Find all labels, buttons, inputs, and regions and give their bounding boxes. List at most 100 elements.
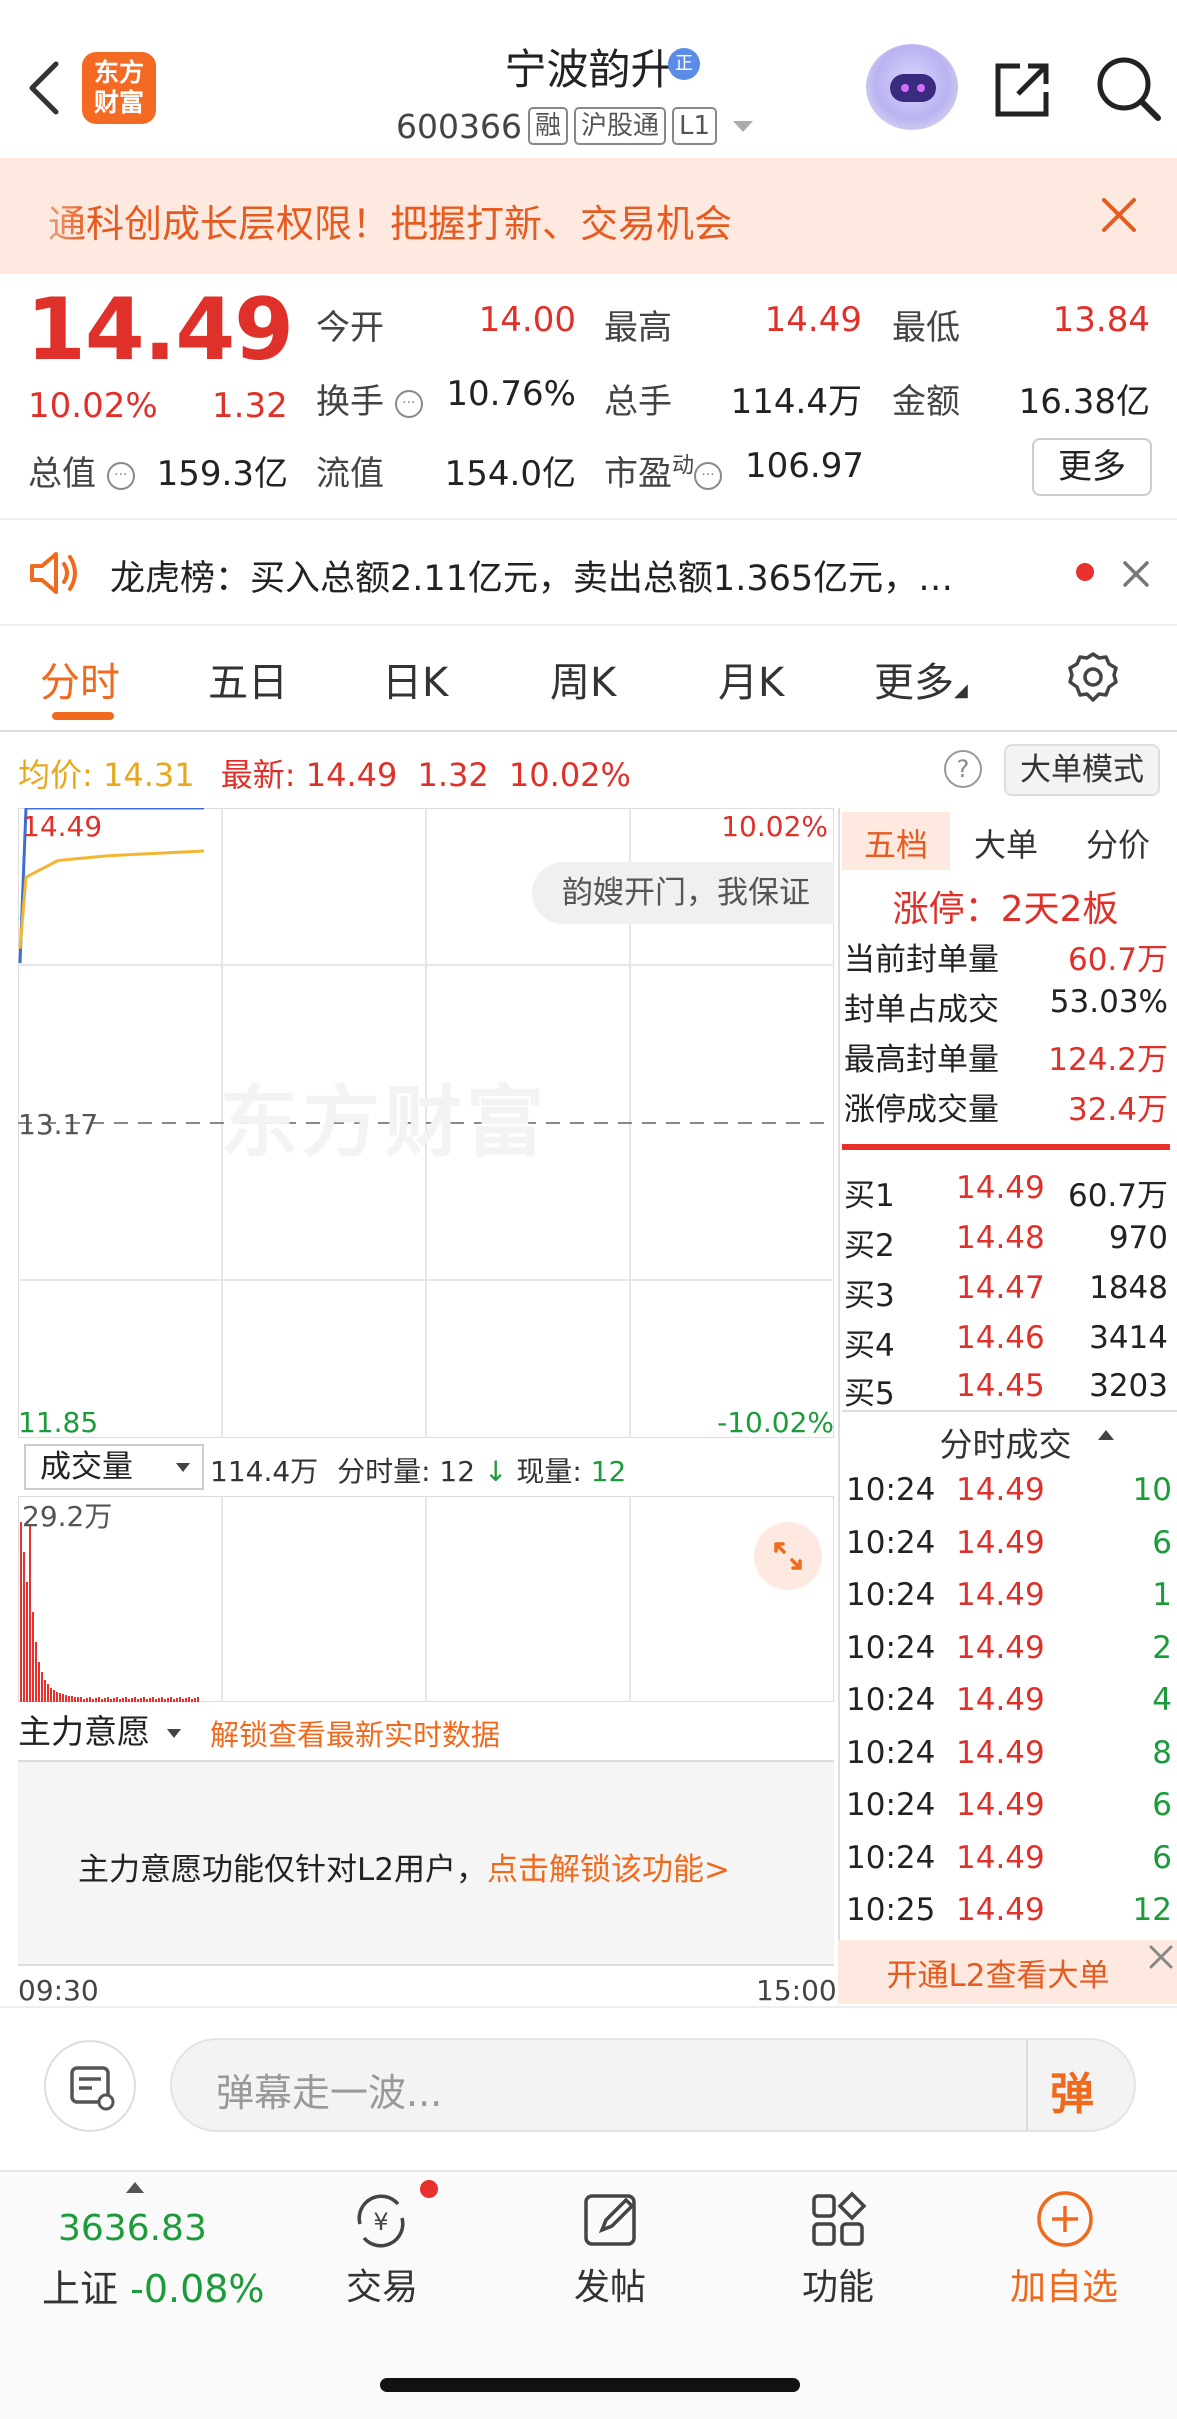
tab-daily-k[interactable]: 日K xyxy=(382,650,448,708)
gear-icon[interactable] xyxy=(1066,650,1120,704)
close-icon[interactable] xyxy=(1146,1942,1176,1972)
index-value[interactable]: 3636.83 xyxy=(58,2208,207,2249)
bid-label: 买2 xyxy=(844,1228,895,1264)
volume-bar xyxy=(83,1699,85,1702)
bid-qty: 3203 xyxy=(1089,1368,1168,1404)
subtab-big-orders[interactable]: 大单 xyxy=(974,820,1038,866)
nav-trade[interactable]: 交易 xyxy=(346,2258,418,2310)
nav-add-watchlist[interactable]: 加自选 xyxy=(1010,2258,1118,2310)
l2-upsell-text: 开通L2查看大单 xyxy=(886,1958,1110,1994)
tab-monthly-k[interactable]: 月K xyxy=(718,650,784,708)
tab-more[interactable]: 更多◢ xyxy=(874,650,968,708)
apps-icon[interactable] xyxy=(808,2190,870,2252)
volume-bar xyxy=(164,1699,166,1702)
volume-bar xyxy=(170,1697,172,1702)
tick-qty: 6 xyxy=(1152,1839,1172,1876)
volume-bar xyxy=(107,1697,109,1702)
tick-time: 10:24 xyxy=(846,1839,936,1876)
add-icon[interactable] xyxy=(1034,2188,1096,2250)
high-label: 最高 xyxy=(604,308,672,348)
volume-bar xyxy=(68,1696,70,1702)
now-volume-value: 12 xyxy=(590,1455,627,1488)
tick-price: 14.49 xyxy=(956,1682,1045,1718)
subtab-price-dist[interactable]: 分价 xyxy=(1086,820,1150,866)
volume-info: 114.4万 分时量: 12 ↓ 现量: 12 xyxy=(210,1450,626,1490)
stock-code: 600366 xyxy=(396,106,522,146)
avg-value: 14.31 xyxy=(102,756,195,794)
volume-bar xyxy=(89,1697,91,1702)
tick-time: 10:24 xyxy=(846,1682,936,1718)
bid-price: 14.47 xyxy=(956,1270,1045,1306)
help-icon[interactable]: ? xyxy=(944,750,982,788)
nav-functions[interactable]: 功能 xyxy=(802,2258,874,2310)
index-ticker[interactable]: 上证 -0.08% xyxy=(42,2258,265,2313)
tick-price: 14.49 xyxy=(956,1892,1045,1928)
volume-bar xyxy=(179,1697,181,1702)
chevron-up-icon xyxy=(126,2182,144,2193)
nav-post[interactable]: 发帖 xyxy=(574,2258,646,2310)
tick-qty: 8 xyxy=(1152,1734,1172,1771)
svg-text:¥: ¥ xyxy=(373,2208,388,2236)
volume-bar xyxy=(194,1698,196,1702)
close-icon[interactable] xyxy=(1098,194,1140,236)
volume-bar xyxy=(110,1699,112,1702)
stock-code-row[interactable]: 600366 融 沪股通 L1 xyxy=(396,104,754,148)
volume-bar xyxy=(131,1698,133,1702)
more-quote-button[interactable]: 更多 xyxy=(1032,438,1152,496)
index-name: 上证 xyxy=(42,2267,119,2311)
chevron-down-icon xyxy=(733,120,754,132)
dragon-tiger-notice[interactable]: 龙虎榜：买入总额2.11亿元，卖出总额1.365亿元，… xyxy=(110,550,1050,601)
tick-time: 10:24 xyxy=(846,1629,936,1666)
trade-icon[interactable]: ¥ xyxy=(350,2190,412,2252)
tick-time: 10:24 xyxy=(846,1524,936,1561)
info-icon[interactable]: ··· xyxy=(106,462,135,490)
big-order-mode-button[interactable]: 大单模式 xyxy=(1004,744,1160,796)
volume-max-label: 29.2万 xyxy=(22,1500,112,1533)
danmu-toggle-button[interactable]: 弹 xyxy=(1050,2058,1094,2122)
unlock-realtime-link[interactable]: 解锁查看最新实时数据 xyxy=(210,1712,500,1754)
search-icon[interactable] xyxy=(1094,54,1164,124)
share-icon[interactable] xyxy=(990,56,1056,122)
mktcap-label: 总值 ··· xyxy=(28,446,135,495)
volume-total: 114.4万 xyxy=(210,1455,319,1488)
indicator-select-volume[interactable]: 成交量 xyxy=(24,1444,204,1490)
info-icon[interactable]: ··· xyxy=(394,390,423,418)
expand-icon[interactable] xyxy=(754,1522,822,1590)
volume-bar xyxy=(152,1697,154,1702)
corner-caret-icon: ◢ xyxy=(954,680,968,701)
amount-label: 金额 xyxy=(892,382,960,422)
mktcap-value: 159.3亿 xyxy=(156,454,288,494)
chevron-right-icon: > xyxy=(704,1852,730,1888)
close-icon[interactable] xyxy=(1120,558,1152,590)
pe-sup: 动 xyxy=(672,453,695,479)
pct-label-bottom: -10.02% xyxy=(717,1406,834,1438)
y-label-bottom: 11.85 xyxy=(18,1406,98,1438)
subtab-five-levels[interactable]: 五档 xyxy=(864,820,928,866)
limit-divider xyxy=(842,1144,1170,1150)
tick-price: 14.49 xyxy=(956,1629,1045,1666)
tab-five-day[interactable]: 五日 xyxy=(208,650,288,708)
y-label-mid: 13.17 xyxy=(18,1108,98,1141)
volume-bar xyxy=(95,1698,97,1702)
volume-bar xyxy=(176,1698,178,1702)
stat-value: 32.4万 xyxy=(1067,1092,1168,1128)
volume-bar xyxy=(92,1699,94,1702)
volume-bar xyxy=(65,1695,67,1702)
tick-price: 14.49 xyxy=(956,1734,1045,1771)
indicator-select-main-force[interactable]: 主力意愿 xyxy=(18,1710,198,1756)
tick-volume-value: 12 xyxy=(439,1455,476,1488)
info-icon[interactable]: ··· xyxy=(694,462,723,490)
volume-bar xyxy=(35,1642,37,1702)
volume-label: 总手 xyxy=(604,382,672,422)
tick-volume-label: 分时量: xyxy=(337,1455,431,1488)
low-value: 13.84 xyxy=(1052,300,1150,340)
unlock-feature-link[interactable]: 点击解锁该功能 xyxy=(487,1852,704,1888)
tab-intraday[interactable]: 分时 xyxy=(40,650,120,708)
robot-face xyxy=(890,74,936,102)
tab-weekly-k[interactable]: 周K xyxy=(550,650,616,708)
stat-value: 124.2万 xyxy=(1048,1042,1168,1078)
post-icon[interactable] xyxy=(580,2188,642,2250)
danmu-bullet: 韵嫂开门，我保证 xyxy=(532,862,834,924)
note-button[interactable] xyxy=(44,2040,136,2132)
ticks-title[interactable]: 分时成交 xyxy=(838,1418,1173,1466)
